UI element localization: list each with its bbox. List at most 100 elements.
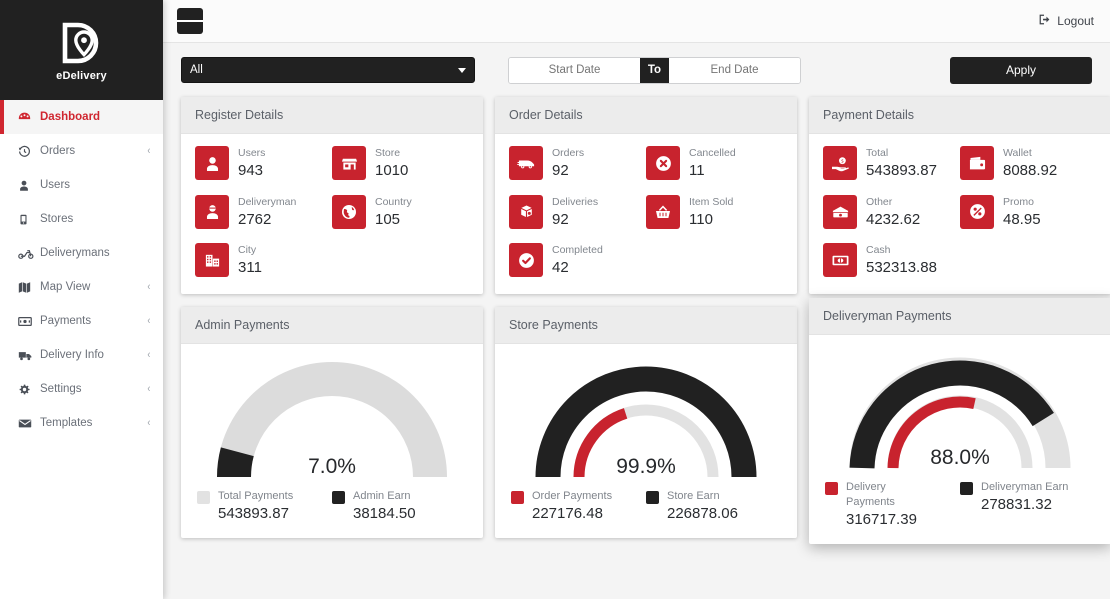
stat-orders[interactable]: Orders 92 [509,146,646,181]
sidebar-item-dashboard[interactable]: Dashboard [0,100,163,134]
legend-value: 543893.87 [218,504,289,522]
stat-completed[interactable]: Completed 42 [509,243,646,278]
stat-cancelled[interactable]: Cancelled 11 [646,146,783,181]
sidebar-item-label: Orders [40,145,76,157]
hamburger-icon[interactable] [177,8,204,34]
stat-text: Country 105 [375,195,412,230]
sidebar-item-stores[interactable]: Stores [0,202,163,236]
stat-cash[interactable]: Cash 532313.88 [823,243,960,278]
sidebar-item-delivery-info[interactable]: Delivery Info ‹ [0,338,163,372]
stat-promo[interactable]: Promo 48.95 [960,194,1097,230]
stat-label: Store [375,147,401,159]
order-details-card: Order Details Orders 92 Cancelled 11 Del… [495,97,797,294]
legend-name: Admin Earn [353,489,411,502]
stat-deliveryman[interactable]: Deliveryman 2762 [195,194,332,230]
check-card-icon [509,243,543,278]
legend-text: Delivery Payments 316717.39 [846,480,918,528]
brand-logo-block[interactable]: eDelivery [0,0,163,100]
legend-swatch [825,481,838,495]
chevron-left-icon: ‹ [147,144,151,157]
stat-country[interactable]: Country 105 [332,194,469,230]
chevron-left-icon: ‹ [147,416,151,429]
store-payments-legend: Order Payments 227176.48 Store Earn 2268… [511,489,781,522]
stat-value: 943 [238,162,264,180]
stat-text: City 311 [238,243,262,278]
sidebar-item-label: Map View [40,281,91,293]
stat-item-sold[interactable]: Item Sold 110 [646,194,783,230]
apply-button[interactable]: Apply [950,56,1092,84]
legend-item-total-payments: Total Payments 543893.87 [197,489,332,522]
basket-card-icon [646,194,680,229]
card-title: Order Details [495,97,797,134]
money-bill-card-icon [823,194,857,229]
sidebar-item-map-view[interactable]: Map View ‹ [0,270,163,304]
sidebar-item-users[interactable]: Users [0,168,163,202]
stat-text: Item Sold 110 [689,195,733,230]
stat-store[interactable]: Store 1010 [332,146,469,181]
stat-city[interactable]: City 311 [195,243,332,278]
money-icon [18,315,38,328]
store-payments-card: Store Payments 99.9% Order Payments 2271… [495,306,797,538]
stat-label: Completed [552,244,603,257]
entity-filter-select[interactable]: All [181,57,475,83]
sidebar: eDelivery Dashboard Orders ‹ Users Store… [0,0,163,599]
sidebar-item-templates[interactable]: Templates ‹ [0,406,163,440]
stat-label: Total [866,147,889,159]
stat-value: 92 [552,162,569,180]
legend-swatch [197,490,210,504]
entity-filter-value: All [190,64,203,76]
legend-swatch [511,490,524,504]
stat-value: 110 [689,210,713,228]
stat-other[interactable]: Other 4232.62 [823,194,960,230]
card-title: Store Payments [495,306,797,344]
stat-label: Wallet [1003,147,1032,159]
card-body: 99.9% Order Payments 227176.48 Store Ear… [495,344,797,538]
stat-label: Country [375,195,412,208]
dashboard-column-2: Order Details Orders 92 Cancelled 11 Del… [495,97,797,538]
legend-value: 38184.50 [353,504,416,522]
card-body: Users 943 Store 1010 Deliveryman 2762 Co… [181,134,483,294]
truck-icon [18,349,38,362]
legend-value: 278831.32 [981,495,1052,513]
legend-item-admin-earn: Admin Earn 38184.50 [332,489,467,522]
chevron-left-icon: ‹ [147,280,151,293]
chevron-left-icon: ‹ [147,348,151,361]
stat-value: 2762 [238,210,272,228]
store-icon [18,213,38,226]
stat-text: Cash 532313.88 [866,243,937,278]
stat-text: Cancelled 11 [689,146,736,181]
gear-icon [18,383,38,396]
chevron-down-icon [458,67,466,73]
end-date-input[interactable] [669,57,800,83]
stat-wallet[interactable]: Wallet 8088.92 [960,146,1097,181]
stat-value: 311 [238,259,262,277]
stat-deliveries[interactable]: Deliveries 92 [509,194,646,230]
sidebar-item-orders[interactable]: Orders ‹ [0,134,163,168]
admin-payments-gauge: 7.0% [197,356,467,481]
dashboard-grid: Register Details Users 943 Store 1010 De… [163,97,1110,553]
delivery-pin-logo-icon [58,19,106,67]
legend-value: 226878.06 [667,504,738,522]
chevron-left-icon: ‹ [147,314,151,327]
sidebar-item-label: Templates [40,417,93,429]
logout-button[interactable]: Logout [1038,13,1094,29]
legend-swatch [332,490,345,504]
start-date-input[interactable] [509,57,640,83]
payment-stats: $ Total 543893.87 Wallet 8088.92 Other 4… [823,146,1097,280]
hand-coin-card-icon: $ [823,146,857,180]
stat-label: Deliveries [552,195,599,208]
deliveryman-card-icon [195,194,229,229]
sidebar-item-deliverymans[interactable]: Deliverymans [0,236,163,270]
svg-text:$: $ [840,158,843,164]
stat-label: Promo [1003,195,1034,208]
stat-label: Users [238,147,266,159]
stat-users[interactable]: Users 943 [195,146,332,181]
sidebar-item-settings[interactable]: Settings ‹ [0,372,163,406]
dashboard-column-3: Payment Details $ Total 543893.87 Wallet… [809,97,1110,553]
store-payments-gauge: 99.9% [511,356,781,481]
sidebar-item-payments[interactable]: Payments ‹ [0,304,163,338]
user-icon [18,179,38,192]
van-card-icon [509,146,543,180]
stat-total[interactable]: $ Total 543893.87 [823,146,960,181]
card-title: Register Details [181,97,483,134]
